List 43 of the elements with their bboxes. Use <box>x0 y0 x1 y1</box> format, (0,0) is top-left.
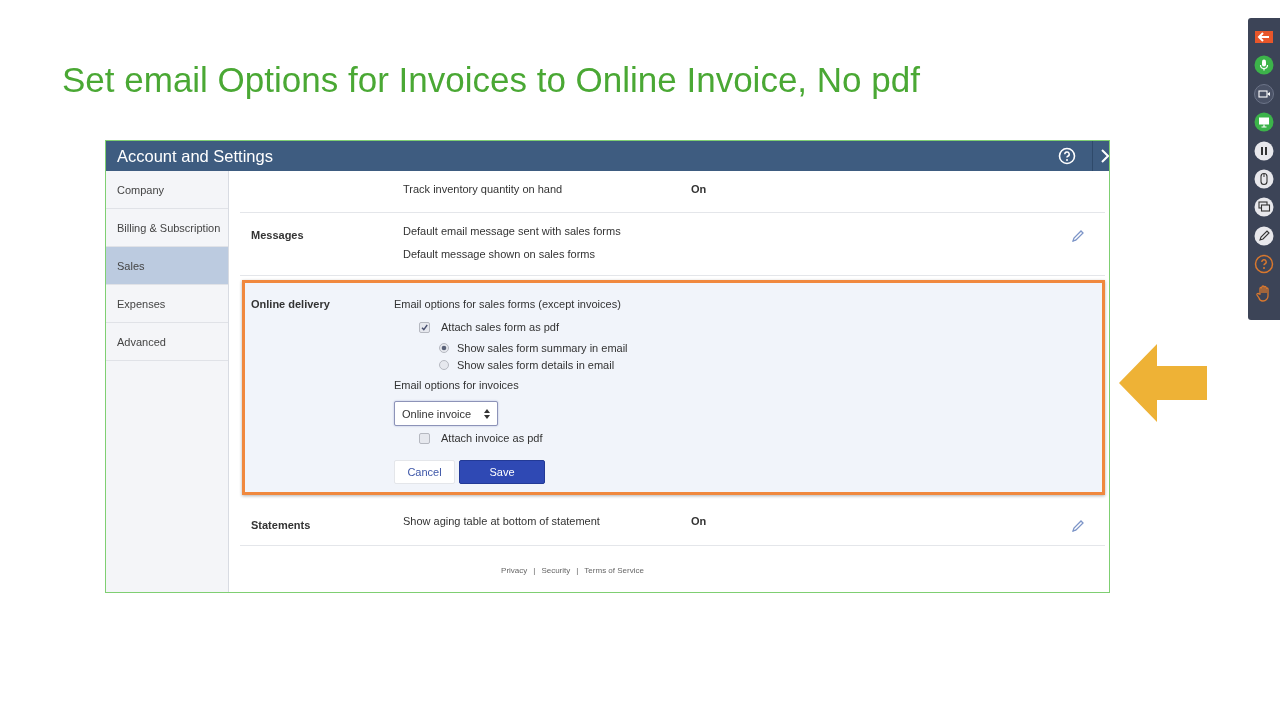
checkbox[interactable] <box>419 432 430 444</box>
monitor-icon[interactable] <box>1254 112 1274 133</box>
footer-link[interactable]: Privacy <box>501 566 528 575</box>
updown-caret-icon <box>484 408 491 419</box>
sidebar-item[interactable]: Expenses <box>106 285 228 323</box>
save-button[interactable]: Save <box>459 460 545 484</box>
video-camera-icon[interactable] <box>1254 83 1274 104</box>
footer-link[interactable]: Security <box>541 566 571 575</box>
radio-button[interactable] <box>439 359 449 370</box>
setting-text: Default message shown on sales forms <box>403 247 596 260</box>
sidebar-item[interactable]: Advanced <box>106 323 228 361</box>
left-arrow-icon <box>1119 344 1207 422</box>
footer-separator: | <box>576 566 579 575</box>
section-label: Online delivery <box>251 298 330 310</box>
checkbox-label: Attach sales form as pdf <box>441 321 559 333</box>
microphone-icon[interactable] <box>1254 55 1274 76</box>
slide-title: Set email Options for Invoices to Online Invoice, No pdf <box>62 59 920 98</box>
footer-separator: | <box>533 566 536 575</box>
setting-text: Default email message sent with sales forms <box>403 224 622 237</box>
setting-text: Show aging table at bottom of statement <box>403 514 601 527</box>
cancel-button[interactable]: Cancel <box>394 460 455 484</box>
radio-button[interactable] <box>439 342 449 353</box>
option-heading: Email options for sales forms (except invoices) <box>394 296 622 312</box>
setting-value: On <box>691 183 707 195</box>
sidebar-item[interactable]: Company <box>106 171 228 209</box>
checkbox-label: Attach invoice as pdf <box>441 432 543 444</box>
setting-value: On <box>691 514 707 527</box>
radio-label: Show sales form summary in email <box>457 341 628 354</box>
setting-text: Track inventory quantity on hand <box>403 183 564 195</box>
mouse-icon[interactable] <box>1254 168 1274 189</box>
windows-icon[interactable] <box>1254 197 1274 218</box>
option-heading: Email options for invoices <box>394 377 520 393</box>
help-icon[interactable] <box>1254 254 1274 275</box>
pause-icon[interactable] <box>1254 140 1274 161</box>
radio-label: Show sales form details in email <box>457 358 615 371</box>
footer-link[interactable]: Terms of Service <box>584 566 644 575</box>
pencil-icon[interactable] <box>1254 225 1274 246</box>
window-title: Account and Settings <box>117 146 273 166</box>
checkbox[interactable] <box>419 321 430 333</box>
invoice-dropdown[interactable]: Online invoice <box>394 401 499 426</box>
section-label: Messages <box>251 229 304 241</box>
section-label: Statements <box>251 519 311 531</box>
sidebar-item[interactable]: Sales <box>106 247 228 285</box>
